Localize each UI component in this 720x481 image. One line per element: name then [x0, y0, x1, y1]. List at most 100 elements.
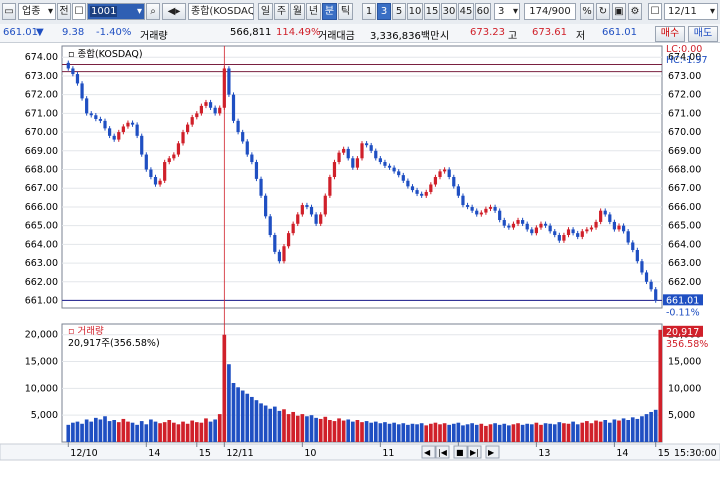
candle-body: [314, 214, 318, 224]
volume-bar: [511, 424, 516, 442]
sell-button[interactable]: 매도: [688, 26, 718, 42]
interval-spinner[interactable]: 3 ▾: [494, 3, 520, 20]
interval-tab-3[interactable]: 3: [377, 3, 391, 20]
volume-bar: [107, 421, 112, 442]
volume-bar: [135, 424, 139, 442]
volume-bar: [607, 422, 612, 442]
interval-tab-15[interactable]: 15: [424, 3, 440, 20]
volume-bar: [66, 424, 71, 442]
layout-icon[interactable]: ▭: [2, 3, 16, 20]
volume-bar: [424, 425, 429, 442]
volume-bar: [543, 423, 548, 442]
code-checkbox[interactable]: ☐: [72, 3, 86, 20]
price-tick-left: 672.00: [25, 90, 58, 101]
period-tab-0[interactable]: 일: [258, 3, 273, 20]
percent-icon[interactable]: %: [580, 3, 594, 20]
price-tick-right: 672.00: [668, 90, 701, 101]
volume-bar: [236, 387, 240, 442]
chart-area[interactable]: 674.00 674.00 673.00 673.00 672.00 672.00 671.…: [0, 26, 720, 478]
interval-tab-60[interactable]: 60: [475, 3, 491, 20]
volume-bar: [603, 420, 608, 442]
volume-bar: [630, 417, 635, 442]
chevron-down-icon: ▾: [512, 6, 518, 17]
candle-body: [176, 143, 181, 155]
candle-body: [640, 261, 644, 273]
candle-body: [543, 223, 548, 226]
volume-tick-right: 15,000: [668, 357, 701, 368]
scroll-end-icon: ▶|: [470, 448, 479, 457]
search-icon[interactable]: ⌕: [146, 3, 160, 20]
candle-body: [126, 122, 130, 127]
price-tick-left: 669.00: [25, 146, 58, 157]
settings-icon[interactable]: ⚙: [628, 3, 642, 20]
sound-icon[interactable]: ◀▸: [162, 3, 186, 20]
period-tab-5[interactable]: 틱: [338, 3, 353, 20]
market-select-value: 업종: [22, 6, 41, 17]
candle-body: [548, 225, 552, 232]
volume-bar: [626, 420, 631, 442]
candle-body: [167, 158, 171, 163]
scroll-right-icon: ▶: [488, 448, 495, 457]
prev-button[interactable]: 전: [57, 3, 71, 20]
candle-body: [525, 223, 529, 230]
volume-tick-left: 20,000: [25, 330, 58, 341]
refresh-icon[interactable]: ↻: [596, 3, 610, 20]
volume-bar: [640, 416, 644, 442]
price-change: 9.38: [62, 27, 85, 38]
volume-bar: [484, 425, 488, 442]
candle-body: [208, 102, 213, 108]
volume-bar: [254, 400, 259, 442]
volume-bar: [392, 422, 396, 442]
candle-body: [245, 141, 249, 155]
price-tick-left: 667.00: [25, 183, 58, 194]
volume-bar: [291, 411, 295, 442]
candle-body: [580, 231, 584, 237]
volume-bar: [130, 422, 135, 442]
volume-bar: [71, 422, 75, 442]
volume-bar: [300, 414, 305, 442]
count-field: 174/900: [524, 3, 576, 20]
period-tab-4[interactable]: 분: [322, 3, 337, 20]
candle-body: [589, 227, 594, 230]
candle-body: [204, 102, 208, 106]
chart-canvas[interactable]: 674.00 674.00673.00 673.00672.00 672.00671.…: [0, 42, 720, 478]
candle-body: [222, 68, 226, 108]
date-checkbox[interactable]: ☐: [648, 3, 662, 20]
high-value: 673.61: [532, 27, 567, 38]
volume-bar: [126, 421, 130, 442]
interval-tab-30[interactable]: 30: [441, 3, 457, 20]
current-price: 661.01: [3, 27, 38, 38]
candle-body: [484, 208, 488, 213]
volume-bar: [80, 423, 84, 442]
low-label: 저: [576, 31, 586, 42]
market-select[interactable]: 업종 ▾: [18, 3, 56, 20]
volume-bar: [185, 423, 190, 442]
interval-tab-5[interactable]: 5: [392, 3, 406, 20]
period-tab-1[interactable]: 주: [274, 3, 289, 20]
interval-tab-10[interactable]: 10: [407, 3, 423, 20]
save-icon[interactable]: ▣: [612, 3, 626, 20]
candle-body: [530, 229, 534, 234]
volume-bar: [612, 419, 617, 442]
x-tick-label: 12/10: [70, 448, 97, 459]
code-input[interactable]: 1001 ▾: [87, 3, 145, 20]
period-tab-2[interactable]: 월: [290, 3, 305, 20]
candle-body: [566, 229, 571, 236]
interval-tab-1[interactable]: 1: [362, 3, 376, 20]
buy-button[interactable]: 매수: [655, 26, 685, 42]
x-tick-label: 15: [199, 448, 211, 459]
volume-bar: [240, 390, 245, 442]
candle-body: [140, 135, 144, 155]
candle-body: [585, 229, 589, 232]
volume-bar: [153, 421, 158, 442]
candle-body: [599, 210, 603, 222]
volume-bar: [658, 329, 663, 442]
date-field[interactable]: 12/11 ▾: [664, 3, 718, 20]
chart-toolbar: ▭ 업종 ▾ 전 ☐ 1001 ▾ ⌕ ◀▸ 종합(KOSDAQ) 일주월년분틱 1…: [0, 0, 720, 25]
volume-value: 566,811: [230, 27, 272, 38]
period-tab-3[interactable]: 년: [306, 3, 321, 20]
interval-tab-45[interactable]: 45: [458, 3, 474, 20]
candle-body: [195, 113, 199, 118]
volume-bar: [277, 410, 282, 442]
x-tick-label: 12/11: [226, 448, 253, 459]
